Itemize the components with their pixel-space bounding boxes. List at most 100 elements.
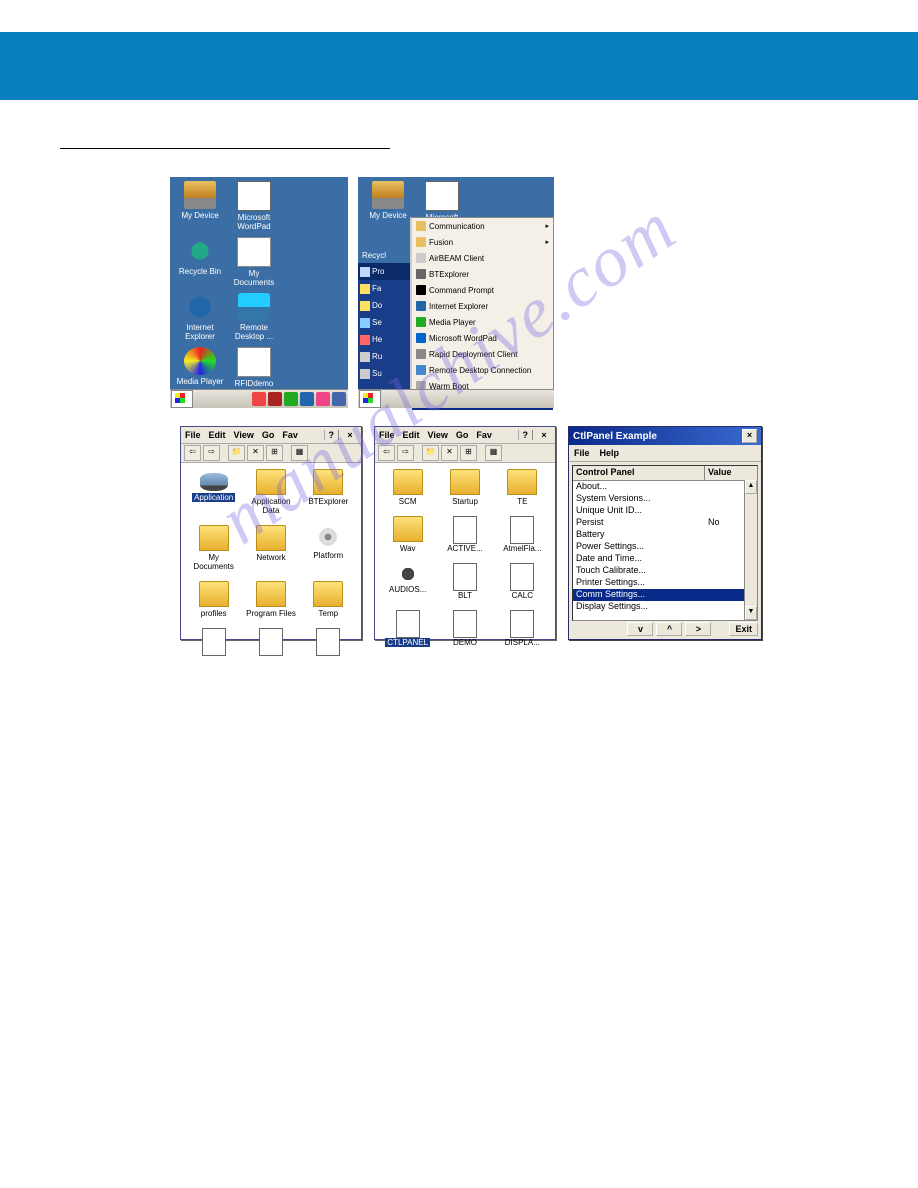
tray-icon[interactable] [252,392,266,406]
back-button[interactable]: ⇦ [378,445,395,461]
menu-help[interactable]: ? [324,430,339,440]
file-item[interactable]: Application Data [244,469,297,515]
settings-row[interactable]: Power Settings... [573,541,757,553]
close-button[interactable]: × [742,429,757,443]
submenu-item[interactable]: BTExplorer [412,266,553,282]
file-item[interactable]: AUDIOS... [381,563,434,600]
start-menu-item[interactable]: Pro [358,263,410,280]
submenu-item[interactable]: Media Player [412,314,553,330]
settings-row[interactable]: Printer Settings... [573,577,757,589]
view-button[interactable]: ▦ [291,445,308,461]
desktop-icon-my-documents[interactable]: My Documents [228,237,280,287]
menu-edit[interactable]: Edit [399,430,424,440]
menu-help[interactable]: Help [595,448,625,458]
menu-go[interactable]: Go [452,430,473,440]
exit-button[interactable]: Exit [729,622,758,636]
settings-row[interactable]: About... [573,481,757,493]
file-item[interactable]: profiles [187,581,240,618]
desktop-icon-remote-desktop[interactable]: Remote Desktop ... [228,293,280,341]
settings-row[interactable]: Touch Calibrate... [573,565,757,577]
properties-button[interactable]: ⊞ [266,445,283,461]
start-button[interactable] [359,390,381,408]
tray-icon[interactable] [284,392,298,406]
desktop-icon-rfid-demo[interactable]: RFIDdemo [228,347,280,388]
settings-row[interactable]: Display Settings... [573,601,757,613]
menu-view[interactable]: View [424,430,452,440]
menu-fav[interactable]: Fav [472,430,496,440]
submenu-item[interactable]: Microsoft WordPad [412,330,553,346]
submenu-item[interactable]: Command Prompt [412,282,553,298]
submenu-item[interactable]: Rapid Deployment Client [412,346,553,362]
nav-up-button[interactable]: ^ [656,622,682,636]
delete-button[interactable]: ✕ [441,445,458,461]
desktop-icon-internet-explorer[interactable]: Internet Explorer [174,293,226,341]
file-item[interactable]: DEMO [438,610,491,647]
file-item[interactable]: DISPLA... [496,610,549,647]
menu-help[interactable]: ? [518,430,533,440]
tray-icon[interactable] [316,392,330,406]
scroll-down-button[interactable]: ▼ [745,606,757,620]
file-item[interactable]: Program Files [244,581,297,618]
close-button[interactable]: × [532,430,555,440]
start-menu-item[interactable]: Se [358,314,410,331]
start-menu-item[interactable]: Do [358,297,410,314]
menu-file[interactable]: File [375,430,399,440]
close-button[interactable]: × [338,430,361,440]
start-menu-item[interactable]: Su [358,365,410,382]
file-item[interactable]: Startup [438,469,491,506]
file-item[interactable]: Application [187,469,240,515]
forward-button[interactable]: ⇨ [397,445,414,461]
properties-button[interactable]: ⊞ [460,445,477,461]
desktop-icon-my-device[interactable]: My Device [174,181,226,231]
nav-right-button[interactable]: > [685,622,711,636]
submenu-item[interactable]: Internet Explorer [412,298,553,314]
forward-button[interactable]: ⇨ [203,445,220,461]
menu-go[interactable]: Go [258,430,279,440]
settings-row[interactable]: Comm Settings... [573,589,757,601]
settings-row[interactable]: System Versions... [573,493,757,505]
settings-row[interactable]: PersistNo [573,517,757,529]
file-item[interactable]: Platform [302,525,355,571]
delete-button[interactable]: ✕ [247,445,264,461]
desktop-icon-media-player[interactable]: Media Player [174,347,226,388]
submenu-item[interactable]: Communication▸ [412,218,553,234]
submenu-item[interactable]: Fusion▸ [412,234,553,250]
desktop-icon-wordpad[interactable]: Microsoft WordPad [228,181,280,231]
desktop-icon-my-device[interactable]: My Device [362,181,414,222]
start-button[interactable] [171,390,193,408]
tray-icon[interactable] [332,392,346,406]
menu-view[interactable]: View [230,430,258,440]
menu-edit[interactable]: Edit [205,430,230,440]
menu-fav[interactable]: Fav [278,430,302,440]
file-item[interactable]: TE [496,469,549,506]
tray-icon[interactable] [268,392,282,406]
settings-row[interactable]: Battery [573,529,757,541]
desktop-icon-wordpad[interactable]: Microsoft [416,181,468,222]
settings-row[interactable]: Date and Time... [573,553,757,565]
file-item[interactable]: CALC [496,563,549,600]
file-item[interactable]: CTLPANEL [381,610,434,647]
file-item[interactable]: My Documents [187,525,240,571]
file-item[interactable]: Network [244,525,297,571]
file-item[interactable]: Temp [302,581,355,618]
menu-file[interactable]: File [569,448,595,458]
start-menu-item[interactable]: Ru [358,348,410,365]
file-item[interactable] [187,628,240,665]
back-button[interactable]: ⇦ [184,445,201,461]
file-item[interactable] [302,628,355,665]
file-item[interactable]: SCM [381,469,434,506]
file-item[interactable]: BTExplorer [302,469,355,515]
file-item[interactable]: BLT [438,563,491,600]
file-item[interactable] [244,628,297,665]
desktop-icon-recycle-bin[interactable]: Recycle Bin [174,237,226,287]
tray-icon[interactable] [300,392,314,406]
settings-row[interactable]: Unique Unit ID... [573,505,757,517]
scrollbar[interactable]: ▲ ▼ [744,480,757,620]
scroll-up-button[interactable]: ▲ [745,480,757,494]
file-item[interactable]: Wav [381,516,434,553]
file-item[interactable]: ACTIVE... [438,516,491,553]
start-menu-item[interactable]: Fa [358,280,410,297]
submenu-item[interactable]: Remote Desktop Connection [412,362,553,378]
start-menu-item[interactable]: He [358,331,410,348]
up-button[interactable]: 📁 [228,445,245,461]
